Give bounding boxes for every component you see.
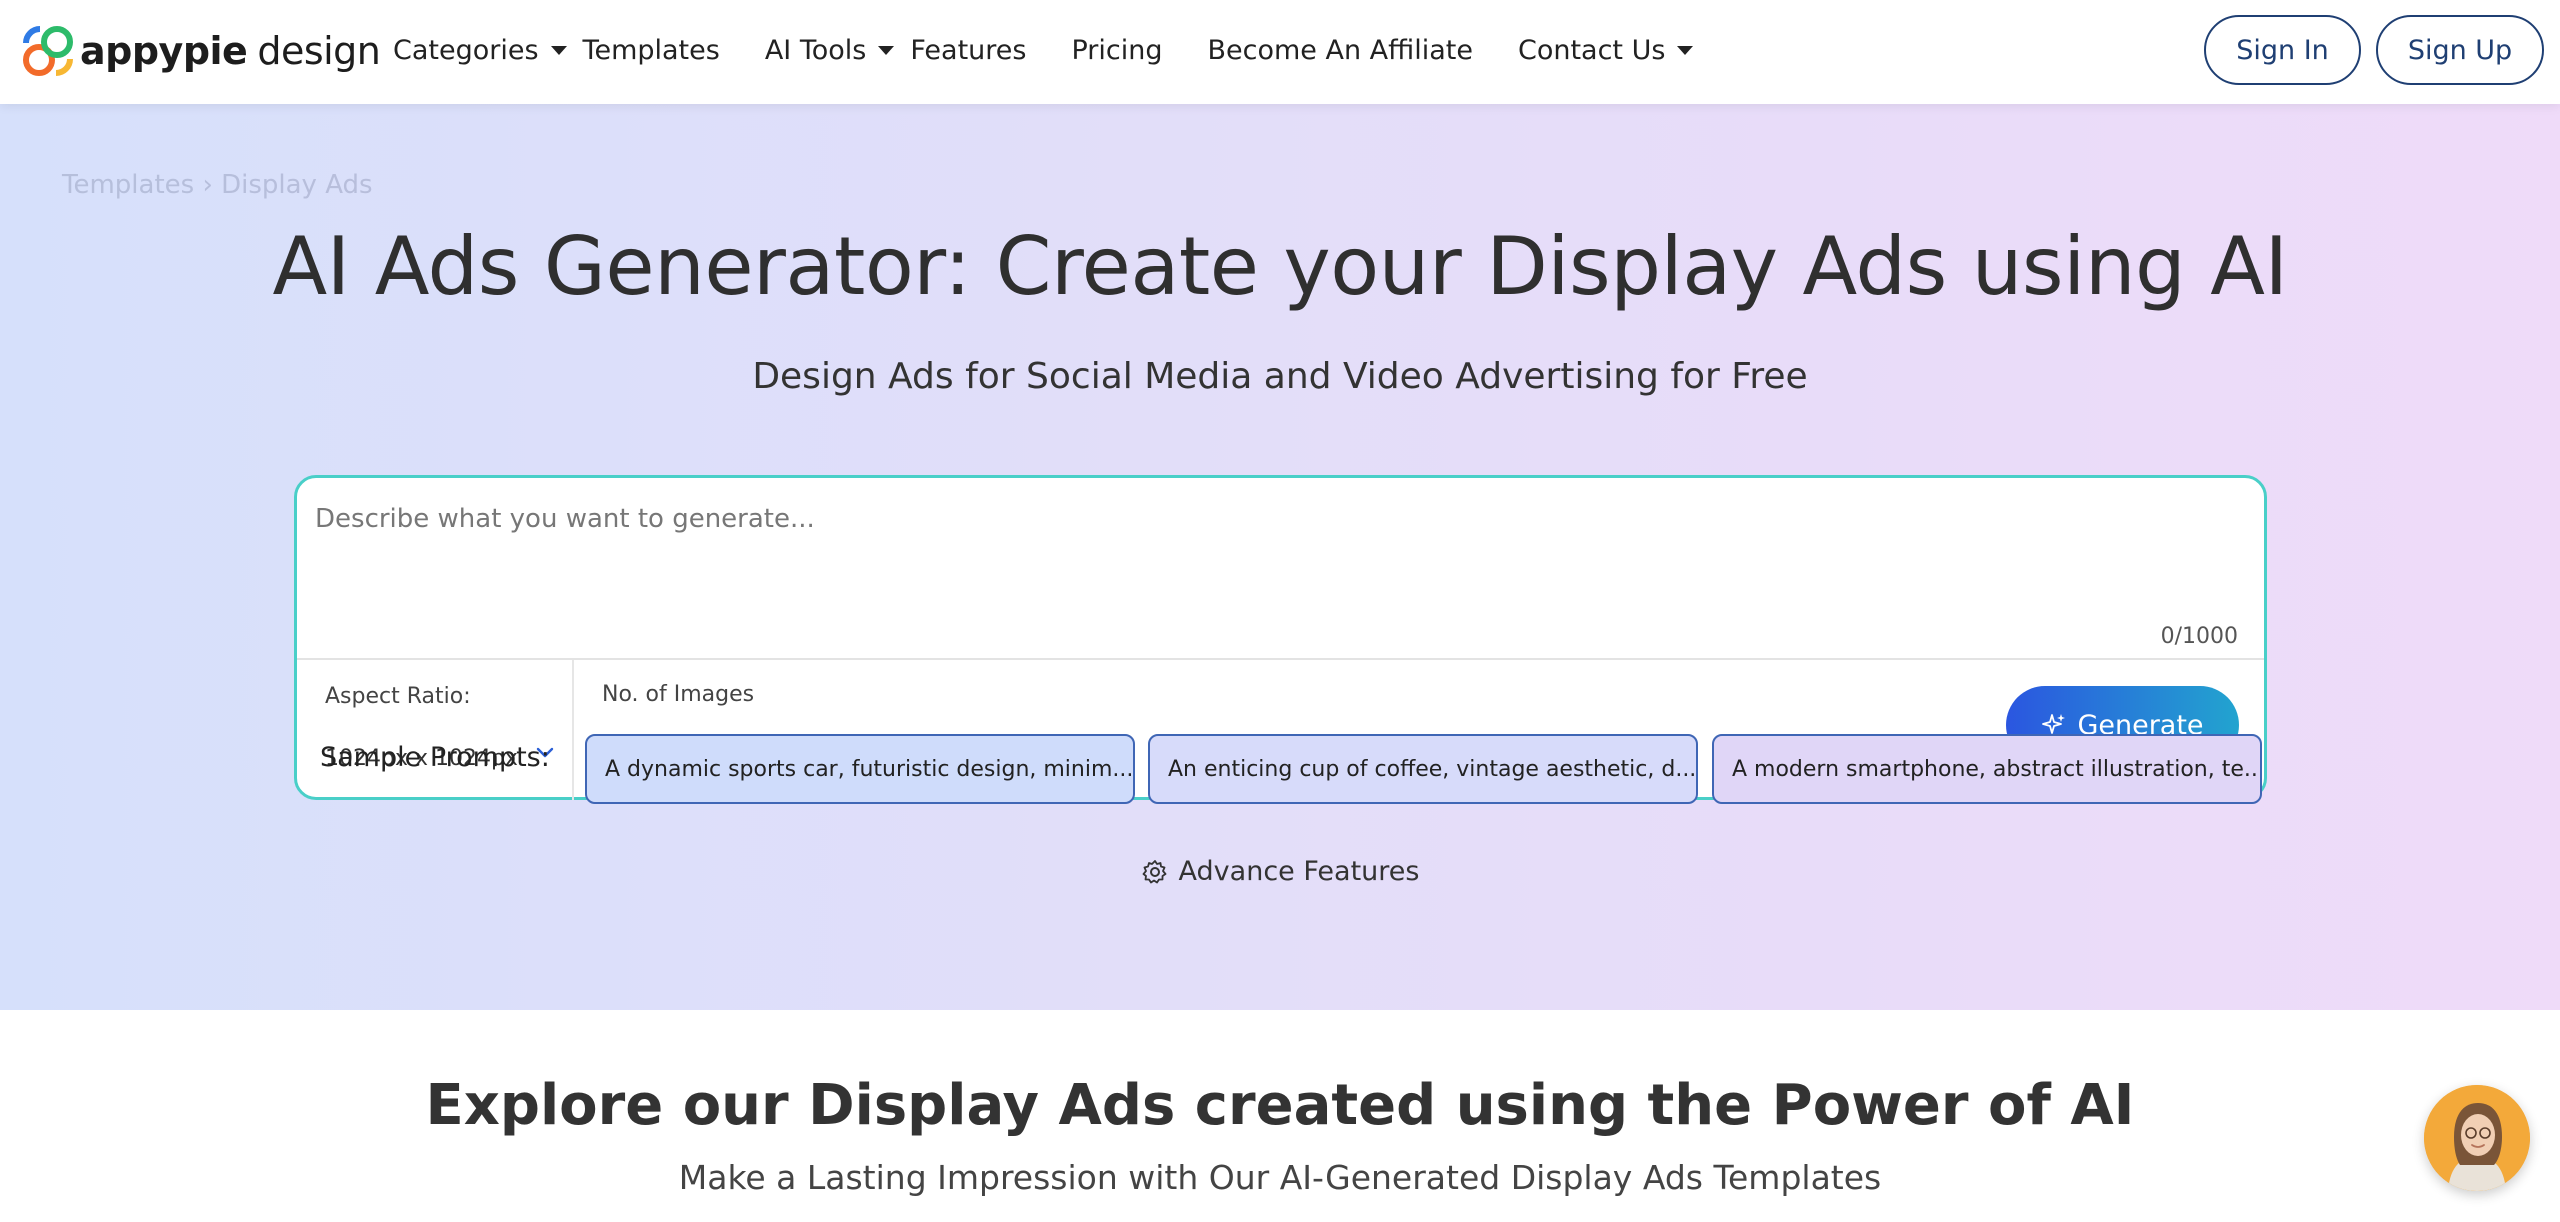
- chat-assistant-avatar[interactable]: [2424, 1085, 2530, 1191]
- hero-section: Templates › Display Ads AI Ads Generator…: [0, 104, 2560, 1010]
- appypie-logo-icon: [23, 26, 73, 76]
- caret-down-icon: [878, 45, 895, 55]
- sample-prompts-label: Sample Prompts:: [320, 742, 550, 773]
- sample-prompt-chip[interactable]: A modern smartphone, abstract illustrati…: [1712, 734, 2262, 804]
- aspect-ratio-label: Aspect Ratio:: [325, 684, 471, 709]
- page-title: AI Ads Generator: Create your Display Ad…: [272, 220, 2288, 313]
- brand-logo[interactable]: appypie design: [22, 22, 381, 80]
- nav-contact-us[interactable]: Contact Us: [1518, 35, 1694, 66]
- nav-templates[interactable]: Templates: [583, 35, 720, 66]
- nav-become-affiliate[interactable]: Become An Affiliate: [1207, 35, 1472, 66]
- image-count-label: No. of Images: [602, 682, 755, 707]
- advance-features-toggle[interactable]: Advance Features: [0, 856, 2560, 887]
- section-subtitle: Make a Lasting Impression with Our AI-Ge…: [678, 1158, 1882, 1197]
- prompt-input[interactable]: [297, 478, 2264, 658]
- caret-down-icon: [1677, 45, 1694, 55]
- divider: [297, 658, 2264, 660]
- advance-features-label: Advance Features: [1178, 856, 1420, 887]
- nav-pricing[interactable]: Pricing: [1071, 35, 1162, 66]
- main-nav: Categories Templates AI Tools Features P…: [393, 0, 1738, 100]
- sign-in-button[interactable]: Sign In: [2204, 15, 2361, 85]
- section-title: Explore our Display Ads created using th…: [425, 1073, 2135, 1138]
- breadcrumb[interactable]: Templates › Display Ads: [62, 170, 373, 200]
- sign-up-button[interactable]: Sign Up: [2376, 15, 2544, 85]
- avatar-illustration: [2424, 1085, 2530, 1191]
- sample-prompt-chip[interactable]: A dynamic sports car, futuristic design,…: [585, 734, 1135, 804]
- nav-categories[interactable]: Categories: [393, 35, 567, 66]
- nav-ai-tools[interactable]: AI Tools: [765, 35, 895, 66]
- char-counter: 0/1000: [2160, 624, 2238, 649]
- divider: [572, 660, 574, 800]
- gear-icon: [1142, 859, 1166, 883]
- top-navbar: appypie design Categories Templates AI To…: [0, 0, 2560, 104]
- sample-prompt-chip[interactable]: An enticing cup of coffee, vintage aesth…: [1148, 734, 1698, 804]
- caret-down-icon: [550, 45, 567, 55]
- page-subtitle: Design Ads for Social Media and Video Ad…: [752, 356, 1808, 397]
- brand-subname: design: [257, 29, 381, 73]
- nav-features[interactable]: Features: [910, 35, 1026, 66]
- brand-name: appypie: [80, 29, 248, 73]
